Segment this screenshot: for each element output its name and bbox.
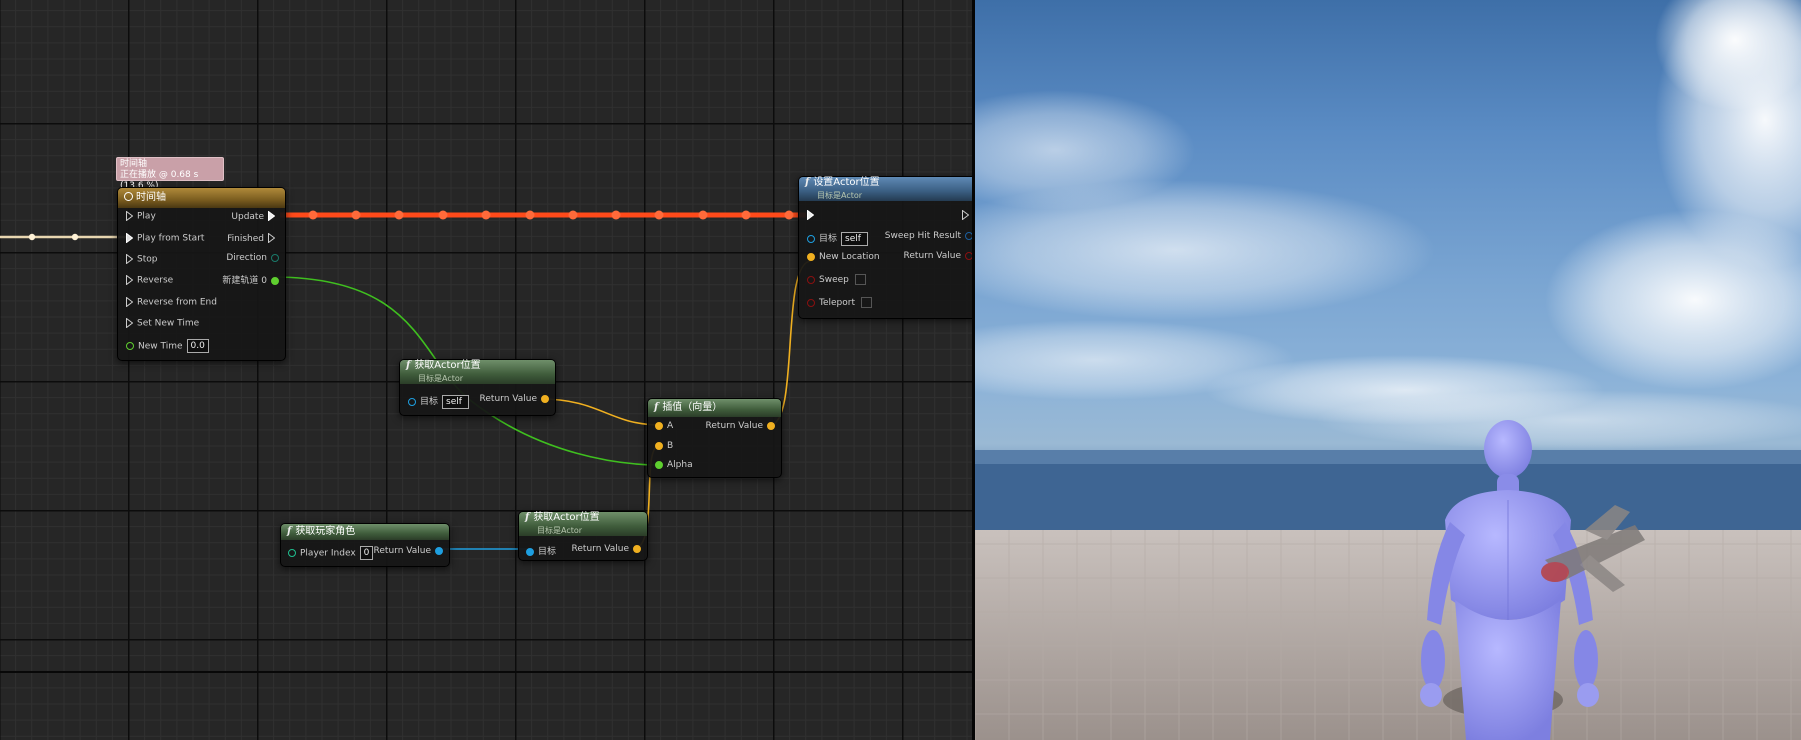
pin-return-value[interactable]: Return Value [706, 421, 775, 431]
exec-pin-icon [807, 210, 814, 220]
pin-new-time[interactable]: New Time 0.0 [126, 339, 209, 353]
exec-pin-icon [126, 275, 133, 285]
pin-teleport[interactable]: Teleport [807, 297, 872, 308]
timeline-status-label: 时间轴 正在播放 @ 0.68 s (13.6 %) [116, 157, 224, 191]
vector-pin-icon [655, 441, 663, 450]
float-pin-icon [655, 460, 663, 469]
exec-pin-icon [126, 254, 133, 264]
pin-set-new-time[interactable]: Set New Time [126, 318, 199, 329]
pin-target[interactable]: 目标 self [807, 231, 868, 246]
set-actor-location-subtitle: 目标是Actor [817, 191, 863, 200]
sweep-checkbox[interactable] [854, 274, 866, 285]
clock-icon [124, 191, 133, 201]
pin-reverse-from-end[interactable]: Reverse from End [126, 297, 217, 308]
new-time-field[interactable]: 0.0 [186, 339, 209, 353]
timeline-node[interactable]: 时间轴 Play Play from Start Stop Reverse Re… [117, 187, 286, 361]
vector-pin-icon [541, 394, 549, 403]
enum-pin-icon [271, 253, 279, 262]
viewport-scene [975, 0, 1801, 740]
vector-pin-icon [633, 544, 641, 553]
function-icon: f [525, 512, 530, 523]
pin-reverse[interactable]: Reverse [126, 275, 173, 286]
set-actor-location-node[interactable]: f 设置Actor位置 目标是Actor 目标 self New Location … [798, 176, 973, 319]
pin-direction[interactable]: Direction [226, 253, 279, 263]
get-actor-location-1-header[interactable]: f 获取Actor位置 目标是Actor [400, 360, 555, 384]
pin-new-location[interactable]: New Location [807, 252, 880, 262]
exec-pin-icon [962, 210, 969, 220]
function-icon: f [805, 177, 810, 188]
get-actor-location-node-1[interactable]: f 获取Actor位置 目标是Actor 目标 self Return Value [399, 359, 556, 416]
pin-play-from-start[interactable]: Play from Start [126, 233, 204, 244]
pin-sweep-hit-result[interactable]: Sweep Hit Result [885, 231, 973, 241]
pin-new-track-0[interactable]: 新建轨道 0 [222, 273, 279, 286]
get-player-character-title: 获取玩家角色 [295, 526, 356, 537]
bool-pin-icon [807, 275, 815, 284]
pin-return-value[interactable]: Return Value [374, 546, 443, 556]
pin-return-value[interactable]: Return Value [904, 251, 973, 261]
game-viewport[interactable] [975, 0, 1801, 740]
object-pin-icon [408, 397, 416, 406]
pin-b[interactable]: B [655, 441, 673, 451]
float-pin-icon [126, 342, 134, 350]
get-actor-location-2-header[interactable]: f 获取Actor位置 目标是Actor [519, 512, 647, 536]
pin-alpha[interactable]: Alpha [655, 460, 693, 470]
pin-return-value[interactable]: Return Value [480, 394, 549, 404]
exec-pin-icon [126, 211, 133, 221]
pin-finished[interactable]: Finished [227, 233, 279, 244]
blueprint-graph[interactable]: 时间轴 正在播放 @ 0.68 s (13.6 %) 时间轴 Play Play… [0, 0, 973, 740]
set-actor-location-header[interactable]: f 设置Actor位置 目标是Actor [799, 177, 973, 201]
int-pin-icon [288, 549, 296, 557]
player-index-field[interactable]: 0 [359, 546, 374, 560]
vector-pin-icon [807, 252, 815, 261]
set-actor-location-title: 设置Actor位置 [813, 177, 880, 188]
get-actor-location-node-2[interactable]: f 获取Actor位置 目标是Actor 目标 Return Value [518, 511, 648, 561]
pin-stop[interactable]: Stop [126, 254, 157, 265]
get-actor-location-2-title: 获取Actor位置 [533, 512, 600, 523]
pin-player-index[interactable]: Player Index 0 [288, 546, 374, 560]
exec-pin-icon [268, 211, 275, 221]
get-actor-location-1-subtitle: 目标是Actor [418, 374, 464, 383]
pin-update[interactable]: Update [231, 211, 279, 222]
vector-pin-icon [767, 421, 775, 430]
object-pin-icon [807, 234, 815, 243]
vector-pin-icon [655, 421, 663, 430]
vector-wire-a [540, 398, 661, 426]
object-pin-icon [526, 547, 534, 556]
lerp-vector-header[interactable]: f 插值（向量） [648, 399, 781, 417]
floor [975, 530, 1801, 740]
timeline-node-title: 时间轴 [136, 192, 166, 203]
function-icon: f [406, 360, 411, 371]
pin-exec-in[interactable] [807, 210, 818, 221]
pin-sweep[interactable]: Sweep [807, 274, 866, 285]
lerp-vector-node[interactable]: f 插值（向量） A B Alpha Return Value [647, 398, 782, 478]
get-actor-location-2-subtitle: 目标是Actor [537, 526, 583, 535]
pin-play[interactable]: Play [126, 211, 156, 222]
lerp-vector-title: 插值（向量） [662, 402, 723, 413]
clouds [975, 0, 1801, 450]
pin-target[interactable]: 目标 self [408, 394, 469, 409]
target-field[interactable]: self [841, 231, 868, 246]
exec-pin-icon [126, 297, 133, 307]
target-field[interactable]: self [442, 394, 469, 409]
pin-return-value[interactable]: Return Value [572, 544, 641, 554]
exec-pin-icon [126, 318, 133, 328]
timeline-node-header[interactable]: 时间轴 [118, 188, 285, 208]
get-actor-location-1-title: 获取Actor位置 [414, 360, 481, 371]
function-icon: f [287, 526, 292, 537]
pin-a[interactable]: A [655, 421, 673, 431]
teleport-checkbox[interactable] [861, 297, 872, 308]
pin-target[interactable]: 目标 [526, 544, 556, 557]
object-pin-icon [435, 546, 443, 555]
exec-pin-icon [126, 233, 133, 243]
function-icon: f [654, 402, 659, 413]
get-player-character-node[interactable]: f 获取玩家角色 Player Index 0 Return Value [280, 523, 450, 567]
get-player-character-header[interactable]: f 获取玩家角色 [281, 524, 449, 540]
timeline-status-title: 时间轴 [120, 159, 148, 169]
float-pin-icon [271, 276, 279, 285]
bool-pin-icon [807, 298, 815, 307]
exec-pin-icon [268, 233, 275, 243]
